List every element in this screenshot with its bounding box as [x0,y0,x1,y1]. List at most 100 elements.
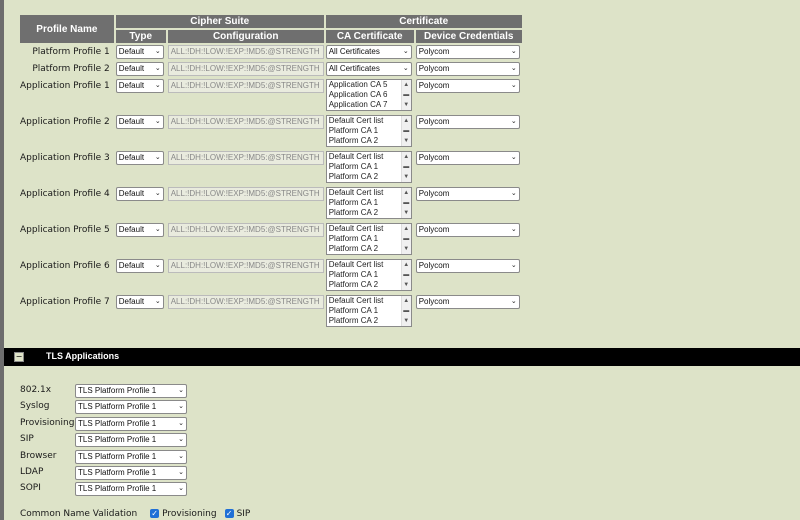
ca-certificate-listbox[interactable]: Application CA 5 Application CA 6 Applicat… [325,79,412,111]
scrollbar[interactable]: ▲ ▬ ▼ [400,152,411,182]
scroll-down-icon[interactable]: ▼ [402,280,411,290]
list-item[interactable]: Default Cert list [329,152,401,162]
scrollbar[interactable]: ▲ ▬ ▼ [400,116,411,146]
scroll-up-icon[interactable]: ▲ [402,80,411,90]
tls-profile-select[interactable]: TLS Platform Profile 1 ⌄ [75,416,187,431]
tls-profile-select[interactable]: TLS Platform Profile 1 ⌄ [75,449,187,464]
configuration-input[interactable]: ALL:!DH:!LOW:!EXP:!MD5:@STRENGTH [167,223,324,237]
device-credentials-select[interactable]: Polycom ⌄ [415,62,520,76]
configuration-input[interactable]: ALL:!DH:!LOW:!EXP:!MD5:@STRENGTH [167,151,324,165]
ca-certificate-select[interactable]: All Certificates ⌄ [325,62,412,76]
configuration-input[interactable]: ALL:!DH:!LOW:!EXP:!MD5:@STRENGTH [167,295,324,309]
header-configuration: Configuration [167,30,324,43]
scroll-thumb[interactable]: ▬ [402,234,411,244]
list-item[interactable]: Platform CA 2 [329,244,401,254]
list-item[interactable]: Default Cert list [329,224,401,234]
ca-certificate-listbox[interactable]: Default Cert list Platform CA 1 Platform C… [325,295,412,327]
device-credentials-select[interactable]: Polycom ⌄ [415,45,520,59]
validation-option[interactable]: ✓ SIP [224,509,250,519]
ca-certificate-listbox[interactable]: Default Cert list Platform CA 1 Platform C… [325,151,412,183]
list-item[interactable]: Platform CA 1 [329,126,401,136]
ca-certificate-listbox[interactable]: Default Cert list Platform CA 1 Platform C… [325,115,412,147]
scrollbar[interactable]: ▲ ▬ ▼ [400,224,411,254]
list-item[interactable]: Platform CA 1 [329,162,401,172]
scroll-thumb[interactable]: ▬ [402,126,411,136]
list-item[interactable]: Default Cert list [329,296,401,306]
scroll-down-icon[interactable]: ▼ [402,316,411,326]
list-item[interactable]: Platform CA 2 [329,208,401,218]
tls-profile-select[interactable]: TLS Platform Profile 1 ⌄ [75,400,187,415]
tls-applications-section-header[interactable]: − TLS Applications [4,348,800,366]
scroll-down-icon[interactable]: ▼ [402,172,411,182]
tls-profile-select[interactable]: TLS Platform Profile 1 ⌄ [75,482,187,497]
validation-option[interactable]: ✓ Provisioning [150,509,217,519]
list-item[interactable]: Application CA 6 [329,90,401,100]
device-credentials-select[interactable]: Polycom ⌄ [415,115,520,129]
list-item[interactable]: Platform CA 2 [329,172,401,182]
list-item[interactable]: Platform CA 2 [329,280,401,290]
type-select[interactable]: Default ⌄ [115,79,164,93]
list-item[interactable]: Platform CA 1 [329,234,401,244]
tls-profile-select[interactable]: TLS Platform Profile 1 ⌄ [75,433,187,448]
type-select[interactable]: Default ⌄ [115,187,164,201]
configuration-input[interactable]: ALL:!DH:!LOW:!EXP:!MD5:@STRENGTH [167,187,324,201]
ca-certificate-listbox[interactable]: Default Cert list Platform CA 1 Platform C… [325,187,412,219]
checkbox[interactable]: ✓ [224,509,234,518]
device-credentials-select[interactable]: Polycom ⌄ [415,223,520,237]
type-select[interactable]: Default ⌄ [115,62,164,76]
configuration-input[interactable]: ALL:!DH:!LOW:!EXP:!MD5:@STRENGTH [167,79,324,93]
list-item[interactable]: Platform CA 2 [329,316,401,326]
collapse-icon[interactable]: − [14,352,24,362]
configuration-input[interactable]: ALL:!DH:!LOW:!EXP:!MD5:@STRENGTH [167,45,324,59]
ca-certificate-select[interactable]: All Certificates ⌄ [325,45,412,59]
list-item[interactable]: Platform CA 1 [329,198,401,208]
ca-certificate-listbox[interactable]: Default Cert list Platform CA 1 Platform C… [325,223,412,255]
list-item[interactable]: Platform CA 2 [329,136,401,146]
device-credentials-select[interactable]: Polycom ⌄ [415,259,520,273]
type-select[interactable]: Default ⌄ [115,223,164,237]
list-item[interactable]: Default Cert list [329,116,401,126]
scrollbar[interactable]: ▲ ▬ ▼ [400,296,411,326]
type-select[interactable]: Default ⌄ [115,295,164,309]
scroll-down-icon[interactable]: ▼ [402,100,411,110]
scroll-thumb[interactable]: ▬ [402,90,411,100]
list-item[interactable]: Application CA 5 [329,80,401,90]
list-item[interactable]: Application CA 7 [329,100,401,110]
type-select[interactable]: Default ⌄ [115,115,164,129]
scroll-down-icon[interactable]: ▼ [402,136,411,146]
scroll-down-icon[interactable]: ▼ [402,244,411,254]
scroll-down-icon[interactable]: ▼ [402,208,411,218]
type-select[interactable]: Default ⌄ [115,151,164,165]
scroll-up-icon[interactable]: ▲ [402,116,411,126]
scroll-up-icon[interactable]: ▲ [402,224,411,234]
scrollbar[interactable]: ▲ ▬ ▼ [400,188,411,218]
scroll-up-icon[interactable]: ▲ [402,296,411,306]
scroll-thumb[interactable]: ▬ [402,162,411,172]
device-credentials-select[interactable]: Polycom ⌄ [415,295,520,309]
scroll-thumb[interactable]: ▬ [402,198,411,208]
scroll-up-icon[interactable]: ▲ [402,260,411,270]
ca-certificate-listbox[interactable]: Default Cert list Platform CA 1 Platform C… [325,259,412,291]
scroll-up-icon[interactable]: ▲ [402,152,411,162]
scroll-thumb[interactable]: ▬ [402,270,411,280]
scroll-up-icon[interactable]: ▲ [402,188,411,198]
type-select[interactable]: Default ⌄ [115,45,164,59]
device-credentials-select[interactable]: Polycom ⌄ [415,187,520,201]
device-credentials-select[interactable]: Polycom ⌄ [415,151,520,165]
list-item[interactable]: Default Cert list [329,188,401,198]
list-item[interactable]: Platform CA 1 [329,270,401,280]
configuration-input[interactable]: ALL:!DH:!LOW:!EXP:!MD5:@STRENGTH [167,62,324,76]
tls-profile-select[interactable]: TLS Platform Profile 1 ⌄ [75,384,187,398]
device-credentials-select[interactable]: Polycom ⌄ [415,79,520,93]
configuration-input[interactable]: ALL:!DH:!LOW:!EXP:!MD5:@STRENGTH [167,259,324,273]
tls-profile-select[interactable]: TLS Platform Profile 1 ⌄ [75,465,187,480]
scrollbar[interactable]: ▲ ▬ ▼ [400,80,411,110]
scroll-thumb[interactable]: ▬ [402,306,411,316]
list-item[interactable]: Platform CA 1 [329,306,401,316]
configuration-input[interactable]: ALL:!DH:!LOW:!EXP:!MD5:@STRENGTH [167,115,324,129]
type-select[interactable]: Default ⌄ [115,259,164,273]
checkbox[interactable]: ✓ [150,509,160,518]
list-item[interactable]: Default Cert list [329,260,401,270]
chevron-down-icon: ⌄ [154,298,161,305]
scrollbar[interactable]: ▲ ▬ ▼ [400,260,411,290]
